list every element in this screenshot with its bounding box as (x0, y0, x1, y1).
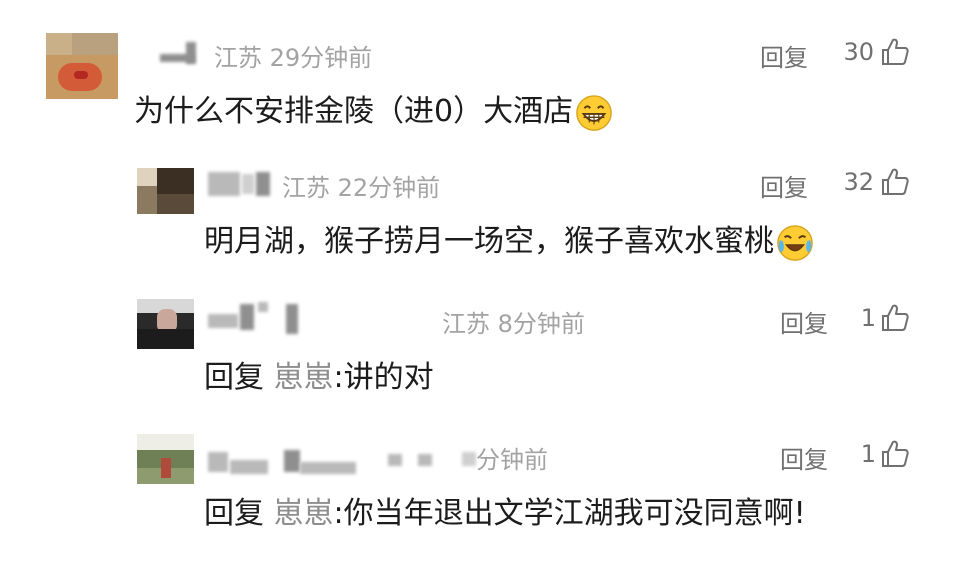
thumbs-up-icon[interactable] (880, 37, 910, 67)
avatar[interactable] (46, 33, 118, 99)
reply-target-username[interactable]: 崽崽 (274, 496, 334, 531)
comment-meta: 江苏 8分钟前 (442, 304, 585, 339)
comment-text: 为什么不安排金陵（进0）大酒店 (134, 86, 613, 132)
like-count: 1 (860, 440, 876, 468)
username-redacted (208, 452, 228, 472)
username-redacted (300, 462, 356, 474)
comment-body: 为什么不安排金陵（进0）大酒店 (134, 94, 574, 129)
location-text: 江苏 (282, 174, 330, 202)
reply-prefix: 回复 (204, 360, 264, 395)
reply-separator: : (333, 496, 344, 531)
comment-text: 回复 崽崽:你当年退出文学江湖我可没同意啊! (204, 488, 806, 532)
reply-button[interactable]: 回复 (760, 38, 808, 73)
username-redacted (284, 450, 300, 472)
username-redacted (286, 304, 298, 334)
comment-meta: 江苏 22分钟前 (282, 168, 440, 203)
location-text: 江苏 (214, 44, 262, 72)
grinning-face-emoji-icon (576, 94, 612, 131)
username-redacted (258, 302, 268, 312)
avatar[interactable] (137, 434, 194, 484)
like-count: 32 (843, 168, 874, 196)
username-redacted (208, 172, 240, 196)
reply-button[interactable]: 回复 (780, 304, 828, 339)
like-count: 1 (860, 304, 876, 332)
crying-laughing-face-emoji-icon (777, 224, 813, 261)
thumbs-up-icon[interactable] (880, 439, 910, 469)
location-text: 江苏 (442, 310, 490, 338)
comment-body: 明月湖，猴子捞月一场空，猴子喜欢水蜜桃 (204, 224, 774, 259)
reply-separator: : (333, 360, 344, 395)
timestamp: 分钟前 (476, 446, 548, 474)
username-redacted (256, 172, 270, 196)
username-redacted (388, 454, 402, 466)
thumbs-up-icon[interactable] (880, 167, 910, 197)
avatar[interactable] (137, 299, 194, 349)
reply-prefix: 回复 (204, 496, 264, 531)
comment-body: 你当年退出文学江湖我可没同意啊! (343, 496, 806, 531)
username-redacted (240, 304, 254, 330)
username-redacted (418, 454, 432, 466)
reply-target-username[interactable]: 崽崽 (274, 360, 334, 395)
username-redacted (186, 42, 196, 64)
comment-meta: 分钟前 (476, 440, 548, 475)
comment-text: 回复 崽崽:讲的对 (204, 352, 434, 396)
timestamp: 8分钟前 (497, 310, 585, 338)
reply-button[interactable]: 回复 (780, 440, 828, 475)
thumbs-up-icon[interactable] (880, 303, 910, 333)
username-redacted (208, 314, 238, 328)
comment-body: 讲的对 (343, 360, 434, 395)
location-redacted (462, 452, 476, 466)
reply-button[interactable]: 回复 (760, 168, 808, 203)
comment-meta: 江苏 29分钟前 (214, 38, 372, 73)
comment-text: 明月湖，猴子捞月一场空，猴子喜欢水蜜桃 (204, 216, 814, 262)
timestamp: 22分钟前 (337, 174, 441, 202)
username-redacted (230, 460, 268, 474)
avatar[interactable] (137, 168, 194, 214)
like-count: 30 (843, 38, 874, 66)
timestamp: 29分钟前 (269, 44, 373, 72)
username-redacted (242, 174, 254, 194)
